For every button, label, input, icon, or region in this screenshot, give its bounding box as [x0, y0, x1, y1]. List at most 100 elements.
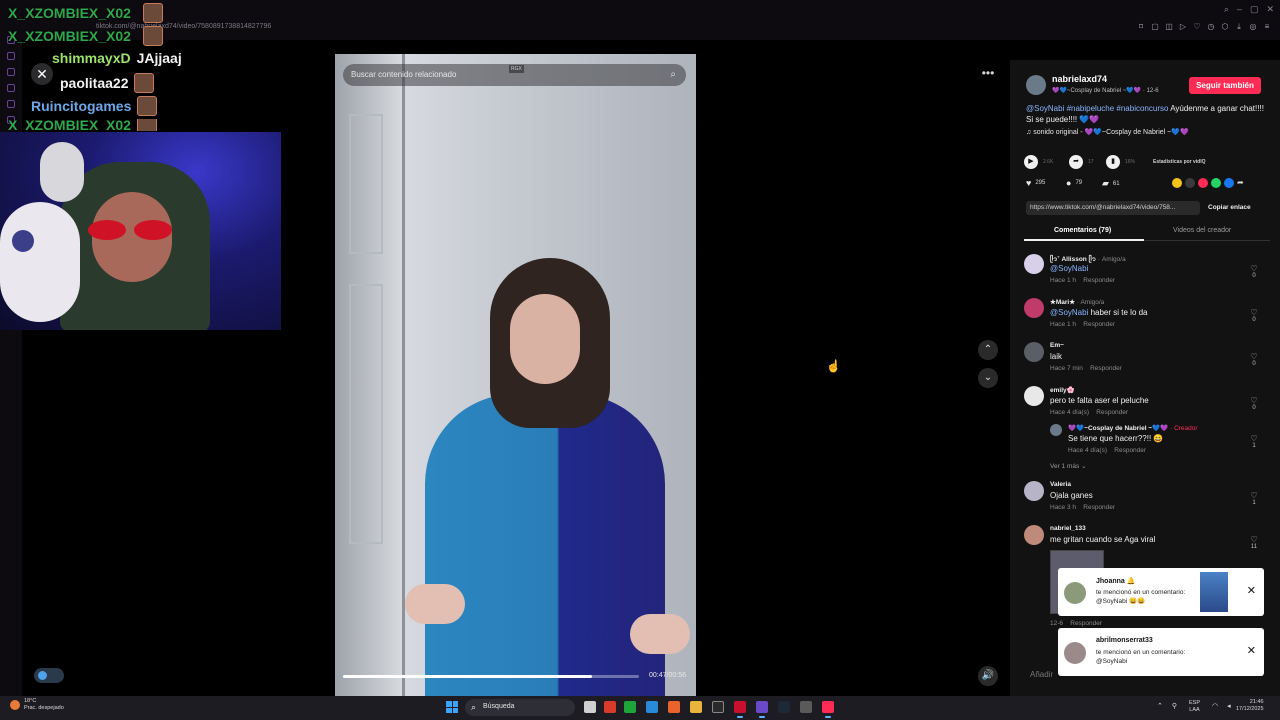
- comment-avatar[interactable]: [1024, 386, 1044, 406]
- wifi-icon[interactable]: ◠: [1212, 702, 1218, 710]
- video-player[interactable]: [335, 54, 696, 696]
- task-view-icon[interactable]: [584, 701, 596, 713]
- volume-icon[interactable]: 🔊: [978, 666, 998, 686]
- share-link-field[interactable]: https://www.tiktok.com/@nabrielaxd74/vid…: [1026, 201, 1200, 215]
- author-username[interactable]: nabrielaxd74: [1052, 74, 1107, 84]
- reply-button[interactable]: Responder: [1083, 321, 1115, 328]
- comment-like[interactable]: ♡ 0: [1248, 308, 1260, 323]
- windows-start-icon[interactable]: [446, 701, 458, 713]
- bookmark-icon[interactable]: ⌑: [1136, 22, 1146, 32]
- sidebar-icon[interactable]: [7, 52, 15, 60]
- comment-author[interactable]: ★Mari★ · Amigo/a: [1050, 298, 1104, 306]
- minimize-icon[interactable]: –: [1237, 4, 1242, 15]
- taskbar-clock[interactable]: 21:46 17/12/2025: [1236, 699, 1264, 713]
- close-window-icon[interactable]: ✕: [1266, 4, 1274, 15]
- tiktok-share-icon[interactable]: [1198, 178, 1208, 188]
- reply-button[interactable]: Responder: [1114, 447, 1146, 454]
- follow-button[interactable]: Seguir también: [1189, 77, 1261, 94]
- comment-author[interactable]: Em~: [1050, 342, 1064, 349]
- chevron-up-icon[interactable]: ⌃: [978, 340, 998, 360]
- language-indicator[interactable]: ESP LAA: [1189, 700, 1200, 714]
- comment-like[interactable]: ♡ 1: [1248, 491, 1260, 506]
- close-icon[interactable]: ✕: [1247, 644, 1256, 657]
- reply-button[interactable]: Responder: [1096, 409, 1128, 416]
- share-more-icon[interactable]: ➦: [1237, 178, 1247, 188]
- search-icon[interactable]: ⌕: [670, 69, 676, 80]
- see-more-replies[interactable]: Ver 1 más ⌄: [1050, 462, 1087, 470]
- excel-app-icon[interactable]: [624, 701, 636, 713]
- reply-button[interactable]: Responder: [1083, 504, 1115, 511]
- comment-like[interactable]: ♡ 11: [1248, 535, 1260, 550]
- comment-author[interactable]: Valeria: [1050, 481, 1071, 488]
- sidebar-icon[interactable]: [7, 68, 15, 76]
- tiktok-app-icon[interactable]: [822, 701, 834, 718]
- obs-app-icon[interactable]: [800, 701, 812, 713]
- comment-avatar[interactable]: [1024, 525, 1044, 545]
- add-comment-input[interactable]: Añadir: [1024, 666, 1254, 684]
- maximize-icon[interactable]: ▢: [1250, 4, 1259, 15]
- discord-app-icon[interactable]: [756, 701, 768, 718]
- overlay-toggle[interactable]: [34, 668, 64, 683]
- profile-icon[interactable]: ◎: [1248, 22, 1258, 32]
- more-options-icon[interactable]: •••: [978, 66, 998, 82]
- play-icon[interactable]: ▶: [1024, 155, 1038, 169]
- comment-avatar[interactable]: [1024, 254, 1044, 274]
- taskbar-search[interactable]: ⌕ Búsqueda: [465, 699, 575, 716]
- author-avatar[interactable]: [1026, 75, 1046, 95]
- sidebar-icon[interactable]: [7, 84, 15, 92]
- play-icon[interactable]: ▷: [1178, 22, 1188, 32]
- reply-button[interactable]: Responder: [1090, 365, 1122, 372]
- file-explorer-icon[interactable]: [690, 701, 702, 713]
- reply-button[interactable]: Responder: [1070, 620, 1102, 627]
- comment-like[interactable]: ♡ 0: [1248, 264, 1260, 279]
- tab-icon[interactable]: ▢: [1150, 22, 1160, 32]
- opera-app-icon[interactable]: [734, 701, 746, 718]
- sound-link[interactable]: ♫ sonido original - 💜💙~Cosplay de Nabrie…: [1026, 128, 1189, 136]
- search-icon[interactable]: ⌕: [1224, 4, 1229, 15]
- weather-widget[interactable]: 18°C Prac. despejado: [10, 698, 64, 712]
- comment-like[interactable]: ♡ 0: [1248, 352, 1260, 367]
- menu-icon[interactable]: ≡: [1262, 22, 1272, 32]
- like-action[interactable]: ♥ 295: [1026, 178, 1045, 188]
- tab-comments[interactable]: Comentarios (79): [1054, 227, 1111, 234]
- brave-app-icon[interactable]: [668, 701, 680, 713]
- comment-avatar[interactable]: [1024, 298, 1044, 318]
- thumbs-icon[interactable]: ▮: [1106, 155, 1120, 169]
- mention-notification[interactable]: Jhoanna 🔔 te mencionó en un comentario: …: [1058, 568, 1264, 616]
- chevron-up-icon[interactable]: ⌃: [1157, 702, 1163, 710]
- share-arrow-icon[interactable]: ➦: [1069, 155, 1083, 169]
- save-action[interactable]: ▰ 61: [1102, 178, 1120, 189]
- reply-like[interactable]: ♡ 1: [1248, 434, 1260, 449]
- calendar-app-icon[interactable]: [604, 701, 616, 713]
- download-icon[interactable]: ⤓: [1234, 22, 1244, 32]
- comment-avatar[interactable]: [1024, 481, 1044, 501]
- sidebar-icon[interactable]: [7, 100, 15, 108]
- comment-avatar[interactable]: [1024, 342, 1044, 362]
- vidiq-stats-link[interactable]: Estadísticas por vidIQ: [1153, 159, 1206, 165]
- reply-author[interactable]: 💜💙~Cosplay de Nabriel ~💙💜 · Creador: [1068, 424, 1198, 432]
- capcut-app-icon[interactable]: [712, 701, 724, 713]
- tab-creator-videos[interactable]: Videos del creador: [1173, 227, 1231, 234]
- heart-icon[interactable]: ♡: [1192, 22, 1202, 32]
- emoji-share-icon[interactable]: [1172, 178, 1182, 188]
- reply-avatar[interactable]: [1050, 424, 1062, 436]
- history-icon[interactable]: ◷: [1206, 22, 1216, 32]
- chevron-down-icon[interactable]: ⌄: [978, 368, 998, 388]
- steam-app-icon[interactable]: [778, 701, 790, 713]
- close-icon[interactable]: ✕: [1247, 584, 1256, 597]
- facebook-icon[interactable]: [1224, 178, 1234, 188]
- vscode-app-icon[interactable]: [646, 701, 658, 713]
- network-icon[interactable]: ⚲: [1172, 702, 1177, 710]
- comment-author[interactable]: emily🌸: [1050, 386, 1075, 394]
- comment-action[interactable]: ● 79: [1066, 178, 1082, 188]
- extensions-icon[interactable]: ⬡: [1220, 22, 1230, 32]
- comment-author[interactable]: nabriel_133: [1050, 525, 1086, 532]
- reply-button[interactable]: Responder: [1083, 277, 1115, 284]
- copy-link-button[interactable]: Copiar enlace: [1208, 204, 1251, 211]
- speaker-icon[interactable]: ◂: [1227, 702, 1231, 710]
- close-icon[interactable]: ✕: [31, 63, 53, 85]
- split-icon[interactable]: ◫: [1164, 22, 1174, 32]
- description-tags[interactable]: @SoyNabi #nabipeluche #nabiconcurso: [1026, 104, 1168, 113]
- comment-like[interactable]: ♡ 0: [1248, 396, 1260, 411]
- embed-icon[interactable]: [1185, 178, 1195, 188]
